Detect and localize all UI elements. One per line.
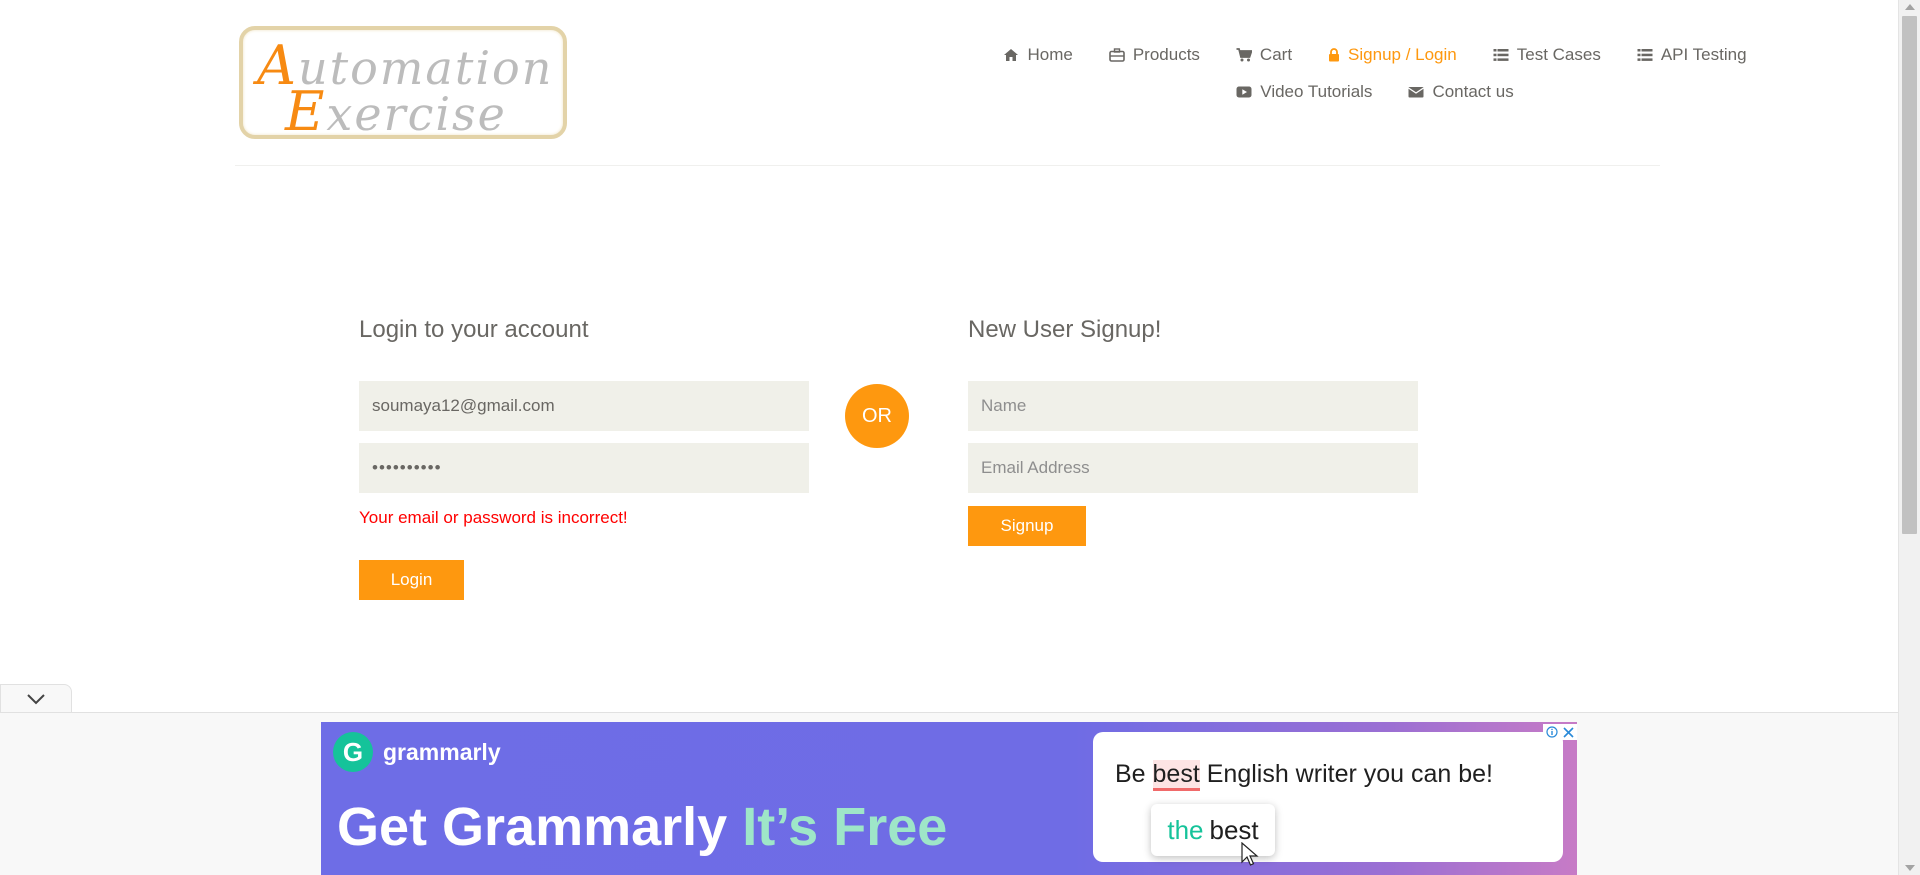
- nav-video-tutorials[interactable]: Video Tutorials: [1236, 73, 1372, 110]
- ad-example-sentence: Be best English writer you can be!: [1115, 760, 1493, 791]
- nav-products[interactable]: Products: [1109, 36, 1200, 73]
- close-icon: [1563, 726, 1574, 738]
- signup-title: New User Signup!: [968, 316, 1162, 343]
- ad-example-card: Be best English writer you can be! the be…: [1093, 732, 1563, 866]
- nav-cart[interactable]: Cart: [1236, 36, 1292, 73]
- ad-collapse-toggle[interactable]: [0, 684, 72, 713]
- ad-info-close[interactable]: [1543, 724, 1577, 740]
- envelope-icon: [1408, 86, 1425, 97]
- grammarly-logo-icon: G: [333, 732, 373, 772]
- lock-icon: [1329, 47, 1340, 61]
- youtube-play-icon: [1236, 86, 1252, 97]
- grammarly-ad[interactable]: G grammarly Get Grammarly It’s Free Be b…: [321, 722, 1577, 875]
- scroll-down-arrow-icon[interactable]: [1905, 865, 1915, 871]
- or-divider: OR: [845, 384, 909, 448]
- nav-home[interactable]: Home: [1003, 36, 1073, 73]
- nav-signup-login[interactable]: Signup / Login: [1328, 36, 1457, 73]
- signup-name-input[interactable]: Name: [968, 381, 1418, 431]
- nav-test-cases[interactable]: Test Cases: [1493, 36, 1601, 73]
- list-icon: [1493, 48, 1509, 61]
- cart-icon: [1236, 47, 1252, 61]
- login-email-input[interactable]: soumaya12@gmail.com: [359, 381, 809, 431]
- ad-brand: G grammarly: [333, 732, 501, 772]
- login-error-message: Your email or password is incorrect!: [359, 508, 628, 527]
- login-title: Login to your account: [359, 316, 589, 343]
- login-button[interactable]: Login: [359, 560, 464, 600]
- adchoices-info-icon: [1546, 726, 1558, 738]
- chevron-down-icon: [27, 694, 45, 705]
- signup-button[interactable]: Signup: [968, 506, 1086, 546]
- scrollbar-thumb[interactable]: [1902, 16, 1917, 534]
- logo-line-2: Exercise: [285, 80, 507, 143]
- mouse-pointer-icon: [1241, 842, 1259, 866]
- ad-brand-name: grammarly: [383, 738, 501, 765]
- list-icon: [1637, 48, 1653, 61]
- products-icon: [1109, 47, 1125, 62]
- scroll-up-arrow-icon[interactable]: [1905, 4, 1915, 10]
- site-logo[interactable]: Automation Exercise: [239, 26, 567, 143]
- nav-api-testing[interactable]: API Testing: [1637, 36, 1747, 73]
- ad-headline: Get Grammarly It’s Free: [337, 797, 948, 857]
- signup-email-input[interactable]: Email Address: [968, 443, 1418, 493]
- home-icon: [1004, 48, 1019, 61]
- nav-contact-us[interactable]: Contact us: [1408, 73, 1514, 110]
- site-header: Automation Exercise Home Products Cart S…: [235, 0, 1747, 166]
- page-scrollbar[interactable]: [1898, 0, 1920, 875]
- main-nav: Home Products Cart Signup / Login Test C…: [980, 36, 1770, 110]
- login-password-input[interactable]: ••••••••••: [359, 443, 809, 493]
